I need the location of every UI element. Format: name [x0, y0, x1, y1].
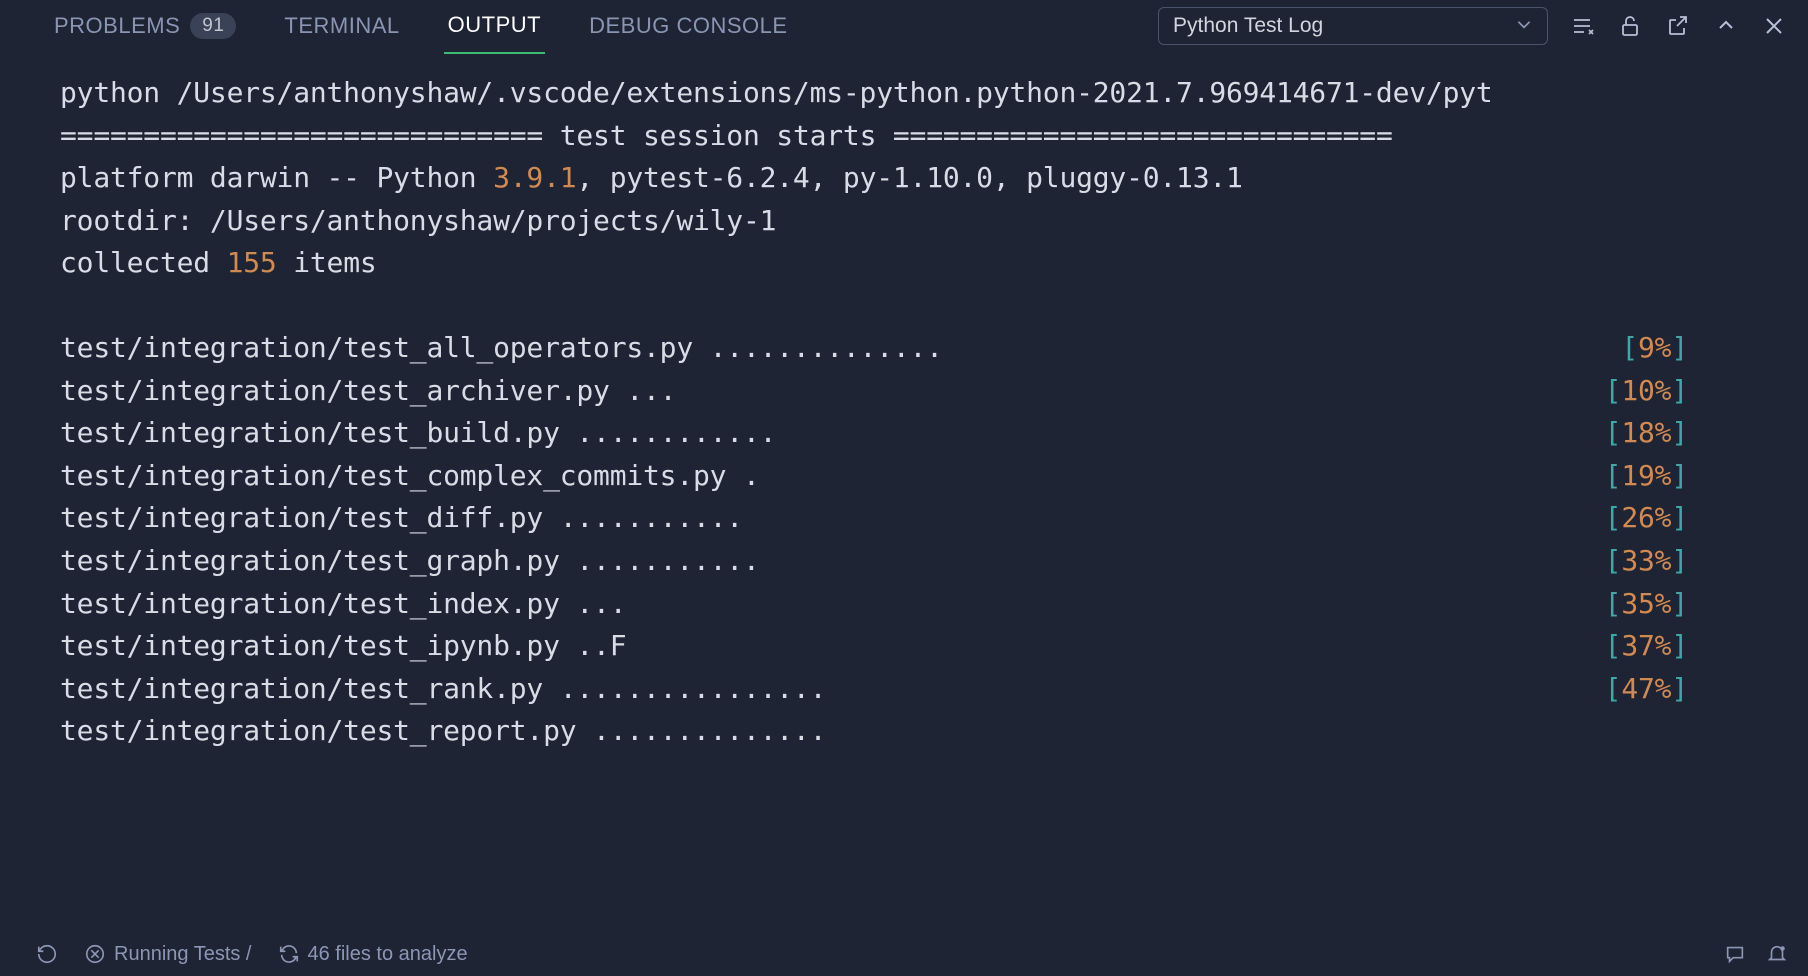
tab-terminal[interactable]: TERMINAL [280, 0, 403, 53]
output-line-rootdir: rootdir: /Users/anthonyshaw/projects/wil… [60, 200, 1808, 243]
tab-problems[interactable]: PROBLEMS 91 [50, 0, 240, 53]
tab-output-label: OUTPUT [448, 12, 541, 38]
test-progress-value: 19% [1621, 455, 1671, 498]
test-path: test/integration/test_graph.py .........… [60, 540, 760, 583]
test-result-line: test/integration/test_rank.py ..........… [60, 668, 1808, 711]
close-circle-icon [84, 943, 106, 965]
test-progress: [ 26%] [1605, 497, 1808, 540]
close-panel-icon[interactable] [1760, 12, 1788, 40]
test-progress-value: 47% [1621, 668, 1671, 711]
test-progress: [ 37%] [1605, 625, 1808, 668]
test-result-line: test/integration/test_diff.py ..........… [60, 497, 1808, 540]
refresh-icon [278, 943, 300, 965]
test-progress-value: 18% [1621, 412, 1671, 455]
feedback-icon [1724, 943, 1746, 965]
output-content[interactable]: python /Users/anthonyshaw/.vscode/extens… [0, 52, 1808, 932]
status-notifications[interactable] [1766, 943, 1788, 965]
output-blank-line [60, 285, 1808, 328]
tab-problems-label: PROBLEMS [54, 13, 180, 39]
test-progress: [ 47%] [1605, 668, 1808, 711]
history-icon [36, 943, 58, 965]
test-progress-value: 10% [1621, 370, 1671, 413]
bell-icon [1766, 943, 1788, 965]
test-result-line: test/integration/test_report.py ........… [60, 710, 1808, 753]
test-progress-value: 35% [1621, 583, 1671, 626]
output-channel-select[interactable]: Python Test Log [1158, 7, 1548, 45]
test-path: test/integration/test_ipynb.py ..F [60, 625, 626, 668]
panel-right-controls: Python Test Log [1158, 7, 1788, 45]
python-version: 3.9.1 [493, 157, 576, 200]
test-progress: [ 10%] [1605, 370, 1808, 413]
status-history-button[interactable] [36, 943, 58, 965]
test-result-line: test/integration/test_ipynb.py ..F [ 37%] [60, 625, 1808, 668]
test-progress-value: 33% [1621, 540, 1671, 583]
tab-debug-console-label: DEBUG CONSOLE [589, 13, 787, 39]
test-progress: [ 35%] [1605, 583, 1808, 626]
test-path: test/integration/test_all_operators.py .… [60, 327, 943, 370]
test-result-line: test/integration/test_build.py .........… [60, 412, 1808, 455]
lock-scroll-icon[interactable] [1616, 12, 1644, 40]
output-cmd-text: python /Users/anthonyshaw/.vscode/extens… [60, 72, 1493, 115]
output-line-session-rule: ============================= test sessi… [60, 115, 1808, 158]
test-progress-value: 26% [1621, 497, 1671, 540]
maximize-panel-icon[interactable] [1712, 12, 1740, 40]
test-progress-value: 9% [1638, 327, 1671, 370]
test-result-line: test/integration/test_archiver.py ... [ 1… [60, 370, 1808, 413]
status-bar-left: Running Tests / 46 files to analyze [36, 943, 1698, 966]
test-path: test/integration/test_rank.py ..........… [60, 668, 826, 711]
test-progress: [ 18%] [1605, 412, 1808, 455]
test-result-line: test/integration/test_all_operators.py .… [60, 327, 1808, 370]
status-files-label: 46 files to analyze [308, 943, 468, 966]
output-channel-selected: Python Test Log [1173, 14, 1323, 38]
clear-output-icon[interactable] [1568, 12, 1596, 40]
test-path: test/integration/test_archiver.py ... [60, 370, 676, 413]
tab-debug-console[interactable]: DEBUG CONSOLE [585, 0, 791, 53]
test-progress: [ 33%] [1605, 540, 1808, 583]
tab-output[interactable]: OUTPUT [444, 0, 545, 54]
tab-terminal-label: TERMINAL [284, 13, 399, 39]
test-result-line: test/integration/test_index.py ... [ 35%] [60, 583, 1808, 626]
status-bar: Running Tests / 46 files to analyze [0, 932, 1808, 976]
chevron-down-icon [1515, 15, 1533, 38]
test-progress-value: 37% [1621, 625, 1671, 668]
test-progress: [ 9%] [1621, 327, 1808, 370]
test-result-line: test/integration/test_complex_commits.py… [60, 455, 1808, 498]
status-running-tests-label: Running Tests / [114, 943, 252, 966]
test-path: test/integration/test_build.py .........… [60, 412, 776, 455]
output-line-platform: platform darwin -- Python 3.9.1, pytest-… [60, 157, 1808, 200]
status-running-tests[interactable]: Running Tests / [84, 943, 252, 966]
status-bar-right [1724, 943, 1788, 965]
test-path: test/integration/test_index.py ... [60, 583, 626, 626]
test-path: test/integration/test_report.py ........… [60, 710, 826, 753]
output-line-collected: collected 155 items [60, 242, 1808, 285]
collected-count: 155 [227, 242, 277, 285]
test-path: test/integration/test_complex_commits.py… [60, 455, 760, 498]
status-feedback[interactable] [1724, 943, 1746, 965]
test-progress: [ 19%] [1605, 455, 1808, 498]
test-result-line: test/integration/test_graph.py .........… [60, 540, 1808, 583]
test-path: test/integration/test_diff.py ..........… [60, 497, 743, 540]
status-files-to-analyze[interactable]: 46 files to analyze [278, 943, 468, 966]
problems-count-badge: 91 [190, 13, 236, 39]
panel-tabs: PROBLEMS 91 TERMINAL OUTPUT DEBUG CONSOL… [50, 0, 1158, 54]
output-line-cmd: python /Users/anthonyshaw/.vscode/extens… [60, 72, 1808, 115]
open-log-file-icon[interactable] [1664, 12, 1692, 40]
panel-tab-bar: PROBLEMS 91 TERMINAL OUTPUT DEBUG CONSOL… [0, 0, 1808, 52]
